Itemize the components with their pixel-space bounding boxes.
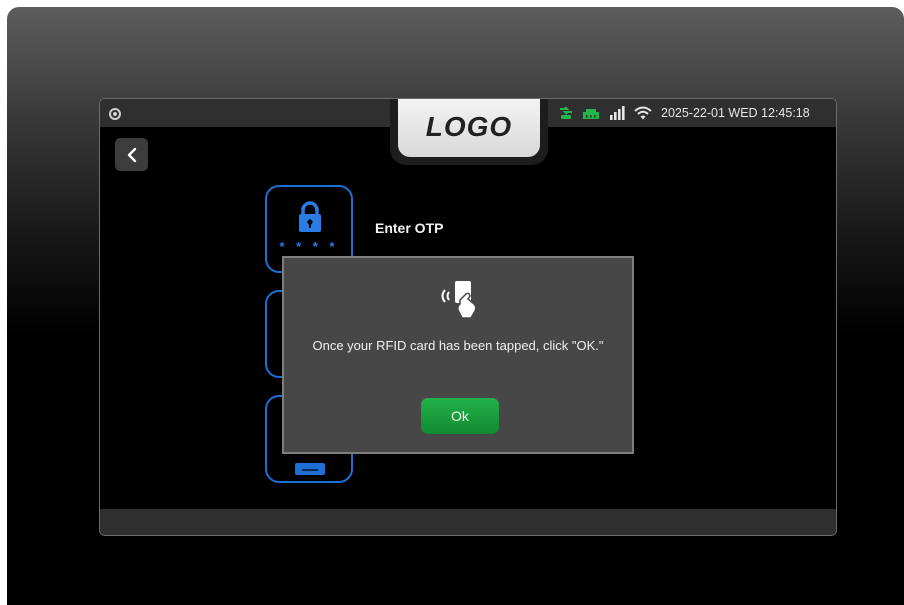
otp-option-label: Enter OTP — [375, 220, 444, 236]
card-icon — [295, 463, 325, 475]
chevron-left-icon — [127, 147, 136, 162]
ok-button[interactable]: Ok — [421, 398, 499, 434]
ethernet-icon — [583, 109, 599, 119]
back-button[interactable] — [115, 138, 148, 171]
lock-icon — [299, 201, 321, 232]
status-indicators: 2025-22-01 WED 12:45:18 — [558, 105, 810, 121]
rfid-tap-icon — [441, 281, 477, 319]
logo-text: LOGO — [425, 111, 513, 142]
signal-bars-icon — [610, 106, 625, 120]
datetime-display: 2025-22-01 WED 12:45:18 — [661, 106, 810, 120]
otp-mask: * * * * — [279, 239, 339, 254]
kiosk-screen: 2025-22-01 WED 12:45:18 LOGO * * * * Ent… — [99, 98, 837, 536]
rfid-dialog: Once your RFID card has been tapped, cli… — [282, 256, 634, 454]
device-frame: 2025-22-01 WED 12:45:18 LOGO * * * * Ent… — [7, 7, 904, 605]
logo: LOGO — [398, 99, 540, 157]
bottom-bar — [100, 509, 836, 535]
logo-tab: LOGO — [390, 99, 548, 165]
cloud-sync-icon — [560, 106, 572, 119]
dialog-message: Once your RFID card has been tapped, cli… — [312, 338, 604, 353]
camera-icon — [109, 108, 121, 120]
wifi-icon — [634, 106, 652, 120]
